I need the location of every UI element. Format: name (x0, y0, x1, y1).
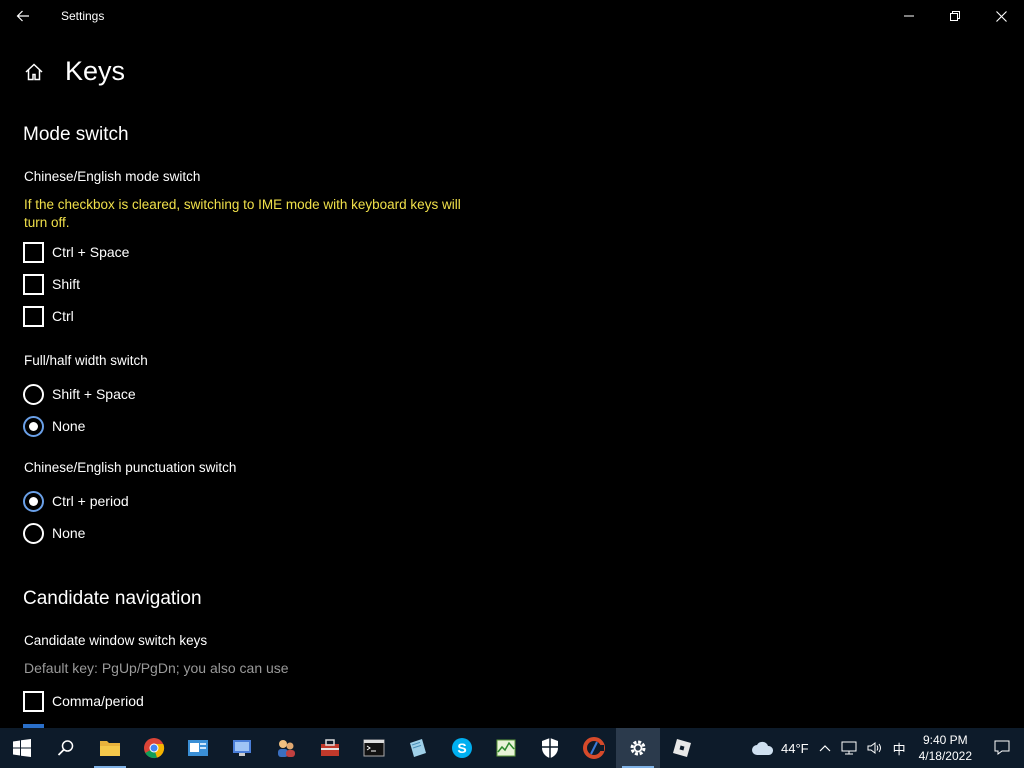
taskbar: S 44°F 中 9:40 PM 4/18/2022 (0, 728, 1024, 768)
checkbox-shift[interactable]: Shift (23, 273, 80, 295)
notification-icon (994, 740, 1010, 755)
settings-icon (630, 740, 646, 756)
skype-icon: S (452, 738, 472, 758)
show-hidden-icons-button[interactable] (814, 728, 836, 768)
taskbar-roblox[interactable] (660, 728, 704, 768)
close-icon (995, 10, 1007, 22)
checkbox-ctrl-space[interactable]: Ctrl + Space (23, 241, 129, 263)
taskbar-ccleaner[interactable] (572, 728, 616, 768)
checkbox-ctrl[interactable]: Ctrl (23, 305, 74, 327)
radio-width-shift-space[interactable]: Shift + Space (23, 383, 136, 405)
weather-widget[interactable]: 44°F (746, 728, 814, 768)
checkbox-label: Shift (52, 276, 81, 292)
radio-button[interactable] (23, 522, 44, 544)
roblox-icon (673, 739, 691, 757)
notepad-icon (410, 739, 426, 757)
task-manager-icon (496, 739, 516, 757)
start-icon (13, 739, 31, 757)
back-arrow-icon (16, 10, 29, 22)
checkbox-label: Ctrl + Space (52, 244, 130, 260)
taskbar-skype[interactable]: S (440, 728, 484, 768)
checkbox-box[interactable] (23, 690, 44, 712)
full-half-width-switch-label: Full/half width switch (24, 353, 148, 368)
weather-temp: 44°F (780, 740, 809, 756)
volume-button[interactable] (862, 728, 888, 768)
taskbar-file-explorer[interactable] (88, 728, 132, 768)
taskbar-people[interactable] (264, 728, 308, 768)
title-bar: Settings (0, 0, 1024, 32)
clock-time: 9:40 PM (922, 733, 968, 747)
radio-label: Ctrl + period (52, 493, 129, 509)
home-button[interactable] (22, 60, 46, 84)
radio-dot (29, 421, 38, 431)
terminal-icon (363, 739, 385, 757)
restore-button[interactable] (932, 0, 978, 32)
taskbar-task-manager[interactable] (484, 728, 528, 768)
restore-icon (950, 11, 960, 21)
radio-label: None (52, 418, 86, 434)
mode-switch-heading: Mode switch (23, 124, 129, 145)
minimize-button[interactable] (886, 0, 932, 32)
clock-date: 4/18/2022 (918, 749, 972, 763)
radio-punct-ctrl-period[interactable]: Ctrl + period (23, 490, 129, 512)
checkbox-label: Comma/period (52, 693, 144, 709)
candidate-navigation-heading: Candidate navigation (23, 588, 202, 609)
cn-en-mode-switch-label: Chinese/English mode switch (24, 169, 201, 184)
ime-indicator[interactable]: 中 (888, 728, 911, 768)
radio-label: None (52, 525, 86, 541)
notification-center-button[interactable] (980, 728, 1024, 768)
radio-button-selected[interactable] (23, 415, 44, 437)
outlook-icon (188, 740, 208, 756)
page-title: Keys (65, 56, 126, 86)
chrome-icon (144, 738, 165, 759)
remote-desktop-icon (233, 740, 251, 756)
radio-dot (29, 496, 38, 506)
system-tray: 44°F 中 9:40 PM 4/18/2022 (746, 728, 1024, 768)
radio-button[interactable] (23, 383, 44, 405)
checkbox-box[interactable] (23, 273, 44, 295)
checkbox-comma-period[interactable]: Comma/period (23, 690, 144, 712)
radio-width-none[interactable]: None (23, 415, 85, 437)
taskbar-settings[interactable] (616, 728, 660, 768)
taskbar-notepad[interactable] (396, 728, 440, 768)
page-header: Keys (22, 56, 125, 87)
minimize-icon (904, 15, 914, 17)
back-button[interactable] (0, 0, 46, 32)
people-icon (278, 740, 295, 757)
radio-label: Shift + Space (52, 386, 136, 402)
home-icon (25, 62, 43, 80)
candidate-hint: Default key: PgUp/PgDn; you also can use (24, 660, 289, 676)
ccleaner-icon (583, 737, 605, 759)
window-title: Settings (61, 9, 105, 23)
search-button[interactable] (44, 728, 88, 768)
taskbar-toolbox[interactable] (308, 728, 352, 768)
chevron-up-icon (819, 745, 831, 752)
search-icon (57, 740, 74, 756)
mode-switch-warning: If the checkbox is cleared, switching to… (24, 197, 461, 230)
clock[interactable]: 9:40 PM 4/18/2022 (911, 732, 980, 764)
punctuation-switch-label: Chinese/English punctuation switch (24, 460, 237, 475)
taskbar-remote-desktop[interactable] (220, 728, 264, 768)
network-button[interactable] (836, 728, 862, 768)
taskbar-outlook[interactable] (176, 728, 220, 768)
start-button[interactable] (0, 728, 44, 768)
checkbox-box[interactable] (23, 305, 44, 327)
volume-icon (867, 742, 881, 754)
taskbar-chrome[interactable] (132, 728, 176, 768)
svg-text:S: S (457, 740, 466, 756)
candidate-switch-keys-label: Candidate window switch keys (24, 633, 208, 648)
checkbox-label: Ctrl (52, 308, 74, 324)
file-explorer-icon (100, 741, 120, 756)
taskbar-security[interactable] (528, 728, 572, 768)
toolbox-icon (321, 739, 339, 756)
radio-punct-none[interactable]: None (23, 522, 85, 544)
close-button[interactable] (978, 0, 1024, 32)
taskbar-terminal[interactable] (352, 728, 396, 768)
security-icon (542, 738, 558, 758)
checkbox-box[interactable] (23, 241, 44, 263)
cloud-icon (751, 741, 774, 755)
network-icon (841, 741, 857, 755)
radio-button-selected[interactable] (23, 490, 44, 512)
